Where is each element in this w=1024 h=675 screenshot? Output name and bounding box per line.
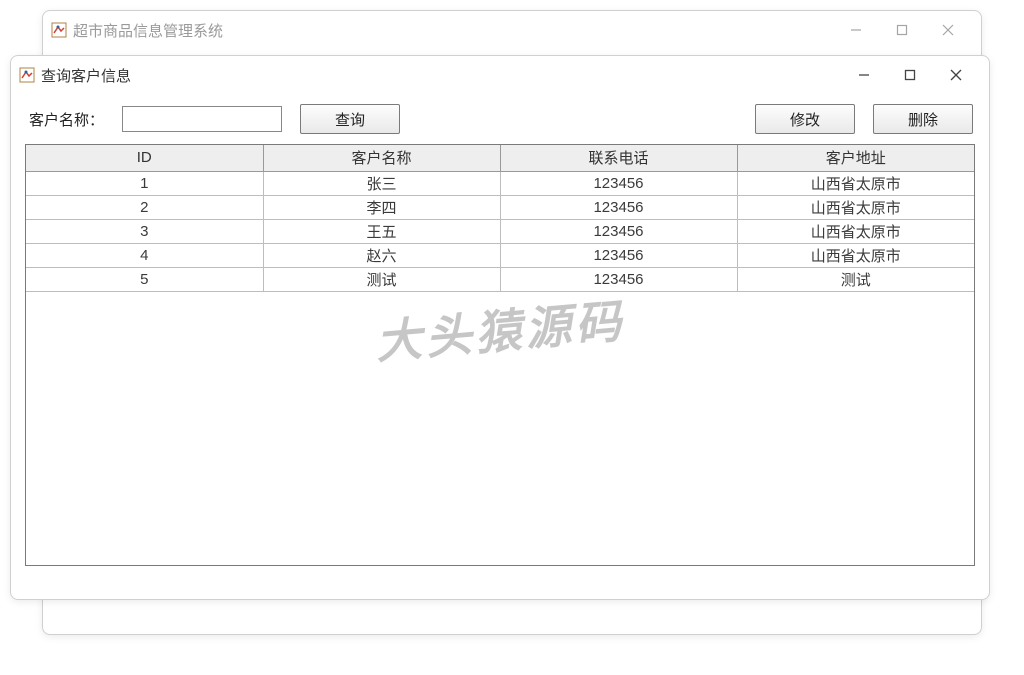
table-cell: 测试 [737, 267, 974, 291]
table-container: ID客户名称联系电话客户地址 1张三123456山西省太原市2李四123456山… [25, 144, 975, 566]
dialog-body: 客户名称： 查询 修改 删除 ID客户名称联系电话客户地址 1张三123456山… [11, 94, 989, 580]
outer-titlebar: 超市商品信息管理系统 [43, 11, 981, 49]
edit-button[interactable]: 修改 [755, 104, 855, 134]
table-row[interactable]: 1张三123456山西省太原市 [26, 171, 974, 195]
table-cell: 1 [26, 171, 263, 195]
table-cell: 山西省太原市 [737, 243, 974, 267]
customer-name-input[interactable] [122, 106, 282, 132]
table-cell: 山西省太原市 [737, 195, 974, 219]
table-cell: 123456 [500, 171, 737, 195]
app-icon [51, 22, 67, 38]
inner-window-controls [841, 60, 979, 90]
inner-titlebar: 查询客户信息 [11, 56, 989, 94]
table-header-cell[interactable]: 客户地址 [737, 145, 974, 171]
maximize-button[interactable] [879, 15, 925, 45]
delete-button[interactable]: 删除 [873, 104, 973, 134]
close-button[interactable] [933, 60, 979, 90]
inner-window-title: 查询客户信息 [41, 65, 841, 86]
table-cell: 123456 [500, 219, 737, 243]
table-row[interactable]: 5测试123456测试 [26, 267, 974, 291]
minimize-button[interactable] [833, 15, 879, 45]
table-cell: 张三 [263, 171, 500, 195]
outer-window-title: 超市商品信息管理系统 [73, 20, 833, 41]
table-row[interactable]: 3王五123456山西省太原市 [26, 219, 974, 243]
close-button[interactable] [925, 15, 971, 45]
maximize-button[interactable] [887, 60, 933, 90]
table-header-cell[interactable]: 联系电话 [500, 145, 737, 171]
table-cell: 4 [26, 243, 263, 267]
table-cell: 赵六 [263, 243, 500, 267]
table-header-row: ID客户名称联系电话客户地址 [26, 145, 974, 171]
table-row[interactable]: 2李四123456山西省太原市 [26, 195, 974, 219]
dialog-icon [19, 67, 35, 83]
table-header-cell[interactable]: ID [26, 145, 263, 171]
query-button[interactable]: 查询 [300, 104, 400, 134]
table-cell: 测试 [263, 267, 500, 291]
table-header-cell[interactable]: 客户名称 [263, 145, 500, 171]
minimize-button[interactable] [841, 60, 887, 90]
outer-window-controls [833, 15, 971, 45]
customer-name-label: 客户名称： [27, 109, 104, 130]
inner-window: 查询客户信息 客户名称： 查询 修改 删除 ID客户名称联系电话客户 [10, 55, 990, 600]
search-row: 客户名称： 查询 修改 删除 [25, 104, 975, 134]
table-cell: 123456 [500, 267, 737, 291]
table-cell: 3 [26, 219, 263, 243]
table-cell: 2 [26, 195, 263, 219]
table-cell: 山西省太原市 [737, 219, 974, 243]
table-cell: 李四 [263, 195, 500, 219]
customer-table[interactable]: ID客户名称联系电话客户地址 1张三123456山西省太原市2李四123456山… [26, 145, 974, 292]
table-row[interactable]: 4赵六123456山西省太原市 [26, 243, 974, 267]
table-cell: 5 [26, 267, 263, 291]
table-cell: 王五 [263, 219, 500, 243]
watermark-text: 大头猿源码 [373, 285, 628, 373]
table-cell: 山西省太原市 [737, 171, 974, 195]
table-cell: 123456 [500, 243, 737, 267]
table-cell: 123456 [500, 195, 737, 219]
